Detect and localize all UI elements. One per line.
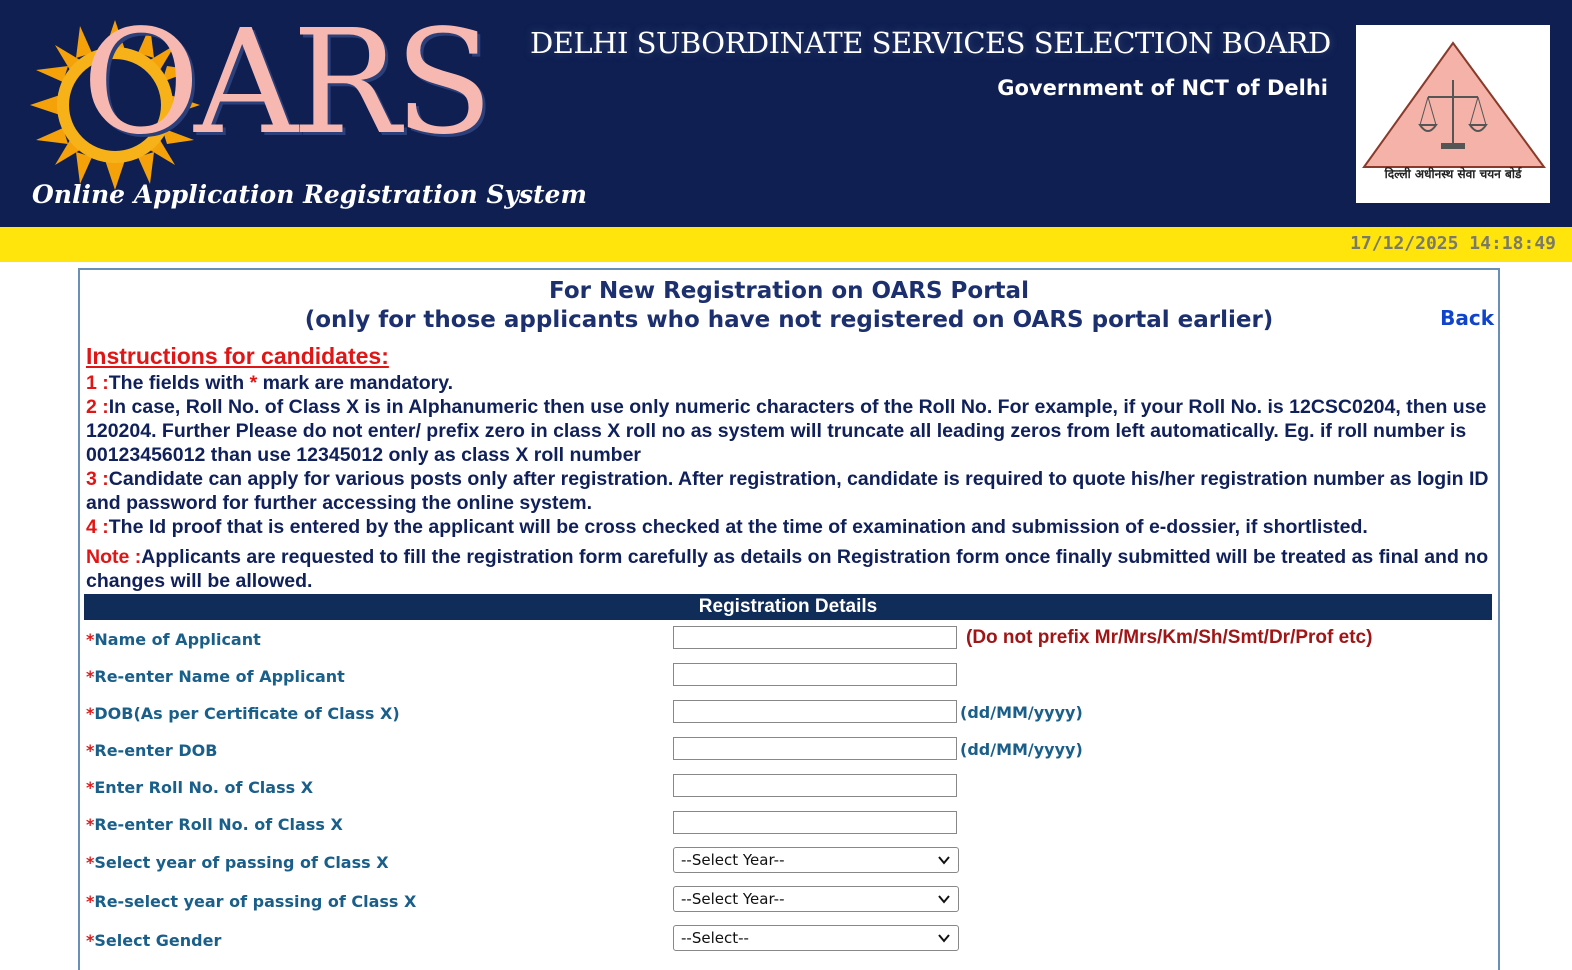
instruction-item: 3 :Candidate can apply for various posts… bbox=[86, 468, 1489, 514]
form-row-reenter-dob: *Re-enter DOB (dd/MM/yyyy) bbox=[86, 737, 1486, 767]
form-row-roll: *Enter Roll No. of Class X bbox=[86, 774, 1486, 804]
field-label: *Name of Applicant bbox=[86, 630, 261, 649]
field-label: *Re-enter Roll No. of Class X bbox=[86, 815, 343, 834]
reenter-roll-number-input[interactable] bbox=[673, 811, 957, 834]
form-row-dob: *DOB(As per Certificate of Class X) (dd/… bbox=[86, 700, 1486, 730]
dob-input[interactable] bbox=[673, 700, 957, 723]
instructions: Instructions for candidates: 1 :The fiel… bbox=[86, 342, 1494, 593]
instruction-item: 4 :The Id proof that is entered by the a… bbox=[86, 516, 1368, 538]
datetime: 17/12/2025 14:18:49 bbox=[1350, 233, 1556, 254]
roll-number-input[interactable] bbox=[673, 774, 957, 797]
field-label: *Re-enter DOB bbox=[86, 741, 218, 760]
applicant-name-input[interactable] bbox=[673, 626, 957, 649]
chevron-down-icon bbox=[938, 934, 950, 943]
year-of-passing-select[interactable]: --Select Year-- bbox=[673, 847, 959, 873]
tagline: Online Application Registration System bbox=[32, 180, 587, 209]
government-label: Government of NCT of Delhi bbox=[997, 76, 1328, 100]
form-row-gender: *Select Gender --Select-- bbox=[86, 925, 1486, 955]
instruction-note: Note :Applicants are requested to fill t… bbox=[86, 546, 1489, 592]
registration-details-header: Registration Details bbox=[84, 594, 1492, 620]
field-label: *Enter Roll No. of Class X bbox=[86, 778, 314, 797]
gender-select[interactable]: --Select-- bbox=[673, 925, 959, 951]
board-title: DELHI SUBORDINATE SERVICES SELECTION BOA… bbox=[530, 26, 1331, 60]
instruction-item: 2 :In case, Roll No. of Class X is in Al… bbox=[86, 396, 1487, 466]
form-row-reenter-roll: *Re-enter Roll No. of Class X bbox=[86, 811, 1486, 841]
dsssb-seal: दिल्ली अधीनस्थ सेवा चयन बोर्ड bbox=[1356, 25, 1550, 203]
instructions-heading: Instructions for candidates: bbox=[86, 343, 389, 369]
oars-logo: OARS bbox=[30, 10, 510, 190]
reselect-year-select[interactable]: --Select Year-- bbox=[673, 886, 959, 912]
site-header: OARS Online Application Registration Sys… bbox=[0, 0, 1572, 227]
chevron-down-icon bbox=[938, 895, 950, 904]
form-row-name: *Name of Applicant (Do not prefix Mr/Mrs… bbox=[86, 626, 1486, 656]
dob-format-hint: (dd/MM/yyyy) bbox=[960, 740, 1083, 759]
seal-emblem-icon bbox=[1362, 41, 1546, 168]
field-label: *DOB(As per Certificate of Class X) bbox=[86, 704, 400, 723]
instruction-item: 1 :The fields with * mark are mandatory. bbox=[86, 372, 454, 394]
field-label: *Select year of passing of Class X bbox=[86, 853, 389, 872]
chevron-down-icon bbox=[938, 856, 950, 865]
page-subtitle: (only for those applicants who have not … bbox=[304, 307, 1274, 333]
seal-text: दिल्ली अधीनस्थ सेवा चयन बोर्ड bbox=[1384, 167, 1522, 181]
registration-panel: For New Registration on OARS Portal (onl… bbox=[78, 268, 1500, 970]
name-hint: (Do not prefix Mr/Mrs/Km/Sh/Smt/Dr/Prof … bbox=[966, 627, 1373, 648]
form-row-reselect-year: *Re-select year of passing of Class X --… bbox=[86, 886, 1486, 916]
logo-wordmark: OARS bbox=[82, 0, 493, 166]
reenter-name-input[interactable] bbox=[673, 663, 957, 686]
form-row-reenter-name: *Re-enter Name of Applicant bbox=[86, 663, 1486, 693]
form-row-year: *Select year of passing of Class X --Sel… bbox=[86, 847, 1486, 877]
reenter-dob-input[interactable] bbox=[673, 737, 957, 760]
field-label: *Re-select year of passing of Class X bbox=[86, 892, 417, 911]
page-title: For New Registration on OARS Portal bbox=[549, 278, 1029, 304]
back-link[interactable]: Back bbox=[1440, 306, 1494, 330]
status-bar: 17/12/2025 14:18:49 bbox=[0, 227, 1572, 262]
field-label: *Re-enter Name of Applicant bbox=[86, 667, 345, 686]
dob-format-hint: (dd/MM/yyyy) bbox=[960, 703, 1083, 722]
field-label: *Select Gender bbox=[86, 931, 222, 950]
